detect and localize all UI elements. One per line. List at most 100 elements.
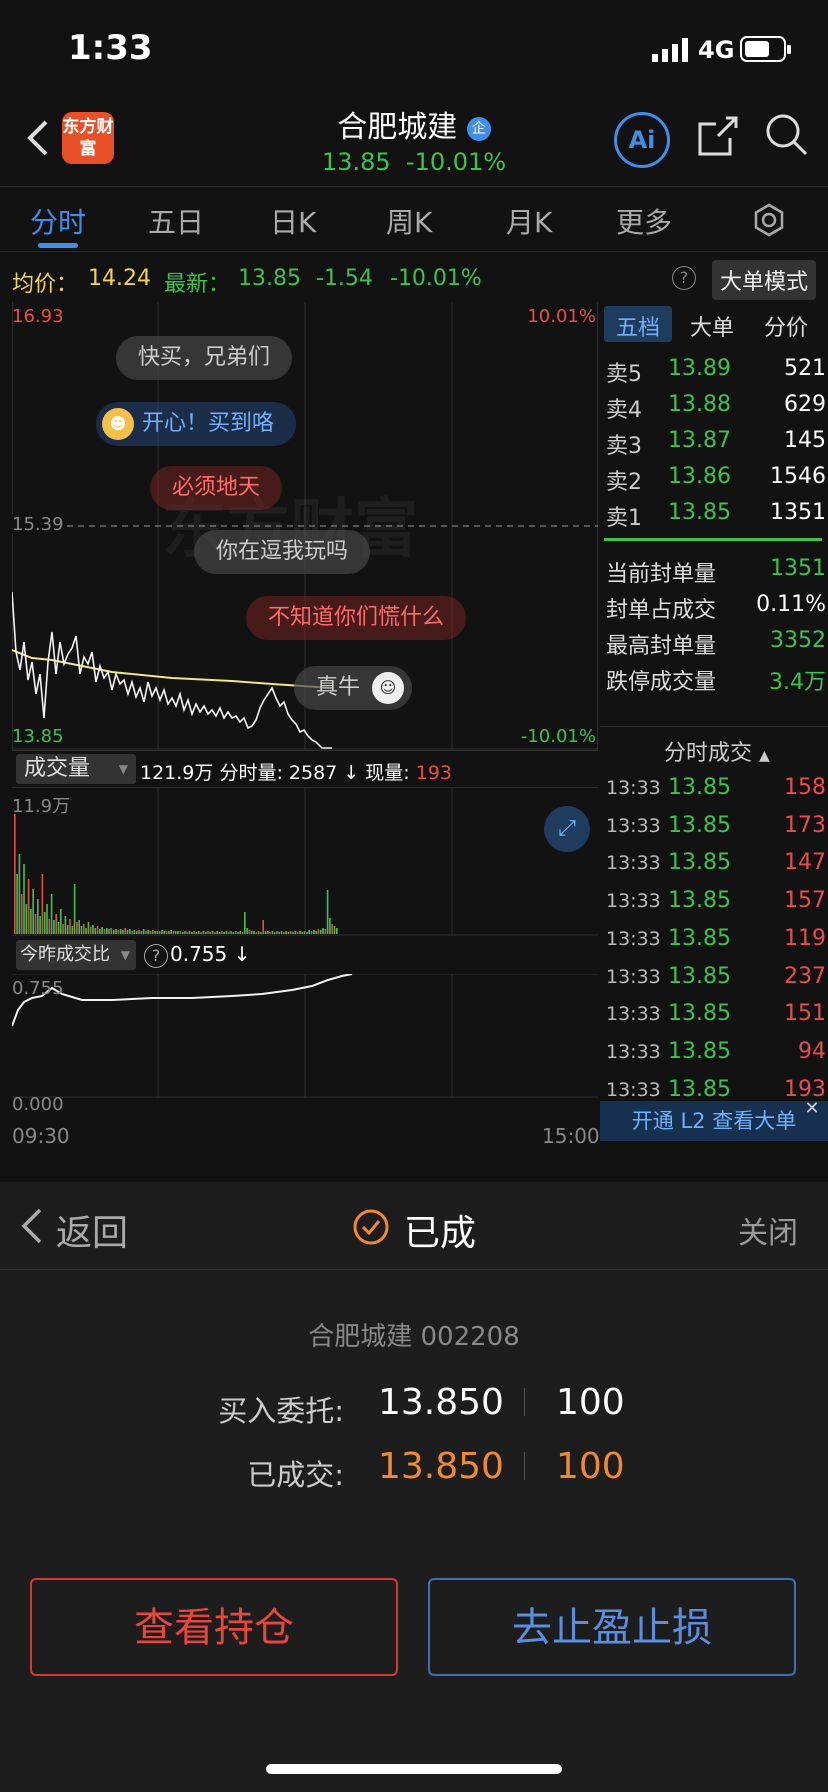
volume-bar	[250, 931, 253, 934]
tab-monthly-k[interactable]: 月K	[506, 201, 552, 241]
volume-bar	[234, 931, 237, 934]
volume-bar	[108, 929, 110, 934]
volume-bar	[34, 914, 37, 934]
volume-bar	[333, 926, 336, 934]
volume-bar	[140, 931, 143, 934]
seal-stat-label: 最高封单量	[606, 634, 717, 659]
time-start-label: 09:30	[12, 1124, 70, 1148]
ask-label: 卖5	[606, 362, 642, 387]
volume-bar	[37, 899, 39, 934]
volume-selector[interactable]: 成交量 ▼	[16, 754, 136, 784]
network-label: 4G	[698, 36, 735, 64]
home-indicator	[266, 1764, 562, 1774]
expand-icon[interactable]: ⤢	[544, 806, 590, 852]
ratio-help-icon[interactable]: ?	[144, 944, 168, 968]
volume-bar	[264, 931, 267, 934]
ratio-selector[interactable]: 今昨成交比 ▼	[16, 940, 136, 970]
volume-bar	[322, 928, 324, 934]
latest-value: 13.85	[238, 266, 301, 291]
volume-bar	[296, 932, 299, 934]
settings-gear-icon[interactable]	[752, 203, 786, 237]
ask-volume: 629	[784, 392, 826, 417]
volume-bar	[60, 909, 62, 934]
ask-volume: 1546	[770, 464, 826, 489]
volume-bar	[179, 931, 182, 934]
volume-bar	[126, 930, 129, 934]
volume-bar	[14, 814, 16, 934]
sheet-stock-name: 合肥城建 002208	[308, 1322, 520, 1352]
seal-stat-row: 最高封单量 3352	[606, 628, 826, 662]
volume-bar	[94, 928, 97, 934]
trade-volume: 147	[784, 850, 826, 876]
trade-volume: 119	[784, 925, 826, 951]
volume-bar	[315, 931, 317, 934]
volume-bar	[99, 929, 101, 934]
trade-price: 13.85	[668, 812, 731, 838]
big-order-mode-button[interactable]: 大单模式	[712, 260, 817, 300]
danmu-text: 真牛	[316, 675, 361, 700]
volume-panel: 成交量 ▼ 121.9万 分时量: 2587 ↓ 现量: 193 11.9万 ⤢	[12, 750, 598, 936]
seal-stat-value: 3.4万	[769, 670, 826, 695]
tab-weekly-k[interactable]: 周K	[386, 201, 432, 241]
volume-bar	[257, 931, 260, 934]
volume-bar	[324, 929, 327, 934]
signal-icon	[652, 38, 688, 62]
volume-bar	[294, 931, 297, 934]
volume-bar	[27, 879, 30, 934]
ratio-selector-label: 今昨成交比	[20, 944, 110, 965]
volume-bar	[165, 931, 168, 934]
back-button[interactable]: 返回	[56, 1204, 128, 1256]
volume-bar	[188, 931, 191, 934]
back-chevron-icon[interactable]	[18, 1206, 44, 1246]
tab-intraday[interactable]: 分时	[30, 201, 86, 241]
trade-row: 13:33 13.85 94	[606, 1039, 826, 1073]
order-result-sheet: 返回 已成 关闭 合肥城建 002208 买入委托: 13.850 100 已成…	[0, 1182, 828, 1792]
volume-bar	[158, 931, 161, 934]
volume-bar	[76, 922, 78, 934]
ask-volume: 1351	[770, 500, 826, 525]
volume-bar	[18, 854, 21, 934]
volume-bar	[92, 925, 94, 934]
volume-bar	[225, 931, 228, 934]
check-circle-icon	[353, 1209, 389, 1245]
share-icon[interactable]	[696, 114, 740, 158]
volume-bar	[170, 930, 172, 934]
current-volume-label: 现量:	[365, 762, 410, 784]
tab-five-level[interactable]: 五档	[616, 310, 660, 342]
volume-bar	[172, 931, 175, 934]
tab-five-day[interactable]: 五日	[148, 201, 204, 241]
volume-bar	[232, 932, 235, 934]
trade-row: 13:33 13.85 157	[606, 888, 826, 922]
volume-bar	[329, 918, 331, 934]
tab-daily-k[interactable]: 日K	[270, 201, 316, 241]
filled-price: 13.850	[378, 1446, 504, 1487]
volume-bar	[186, 932, 189, 934]
trade-price: 13.85	[668, 963, 731, 989]
volume-bar	[145, 931, 147, 934]
l2-upgrade-banner[interactable]: 开通 L2 查看大单 ✕	[600, 1098, 828, 1141]
close-button[interactable]: 关闭	[738, 1208, 798, 1252]
volume-bar	[301, 932, 304, 934]
volume-bar	[290, 931, 292, 934]
stop-loss-button[interactable]: 去止盈止损	[428, 1578, 796, 1676]
stock-price: 13.85	[321, 148, 391, 176]
tab-more[interactable]: 更多	[616, 201, 672, 241]
view-position-button[interactable]: 查看持仓	[30, 1578, 398, 1676]
volume-bar	[253, 931, 255, 934]
volume-bar	[135, 931, 138, 934]
volume-bar	[110, 928, 113, 934]
ask-volume: 521	[784, 356, 826, 381]
volume-bar	[218, 932, 221, 934]
ai-button[interactable]: Ai	[614, 112, 670, 168]
low-pct-label: -10.01%	[520, 726, 596, 747]
volume-ratio-panel: 今昨成交比 ▼ ? 0.755 ↓ 0.755 0.000	[12, 936, 598, 1126]
seal-stat-label: 跌停成交量	[606, 670, 717, 695]
tab-big-order[interactable]: 大单	[690, 310, 734, 342]
trades-title-text: 分时成交	[664, 741, 753, 766]
volume-bar	[255, 932, 258, 934]
help-icon[interactable]: ?	[672, 266, 696, 290]
tab-price-distribution[interactable]: 分价	[764, 310, 808, 342]
search-icon[interactable]	[764, 112, 810, 158]
volume-bar	[53, 920, 55, 934]
close-icon[interactable]: ✕	[800, 1097, 824, 1121]
